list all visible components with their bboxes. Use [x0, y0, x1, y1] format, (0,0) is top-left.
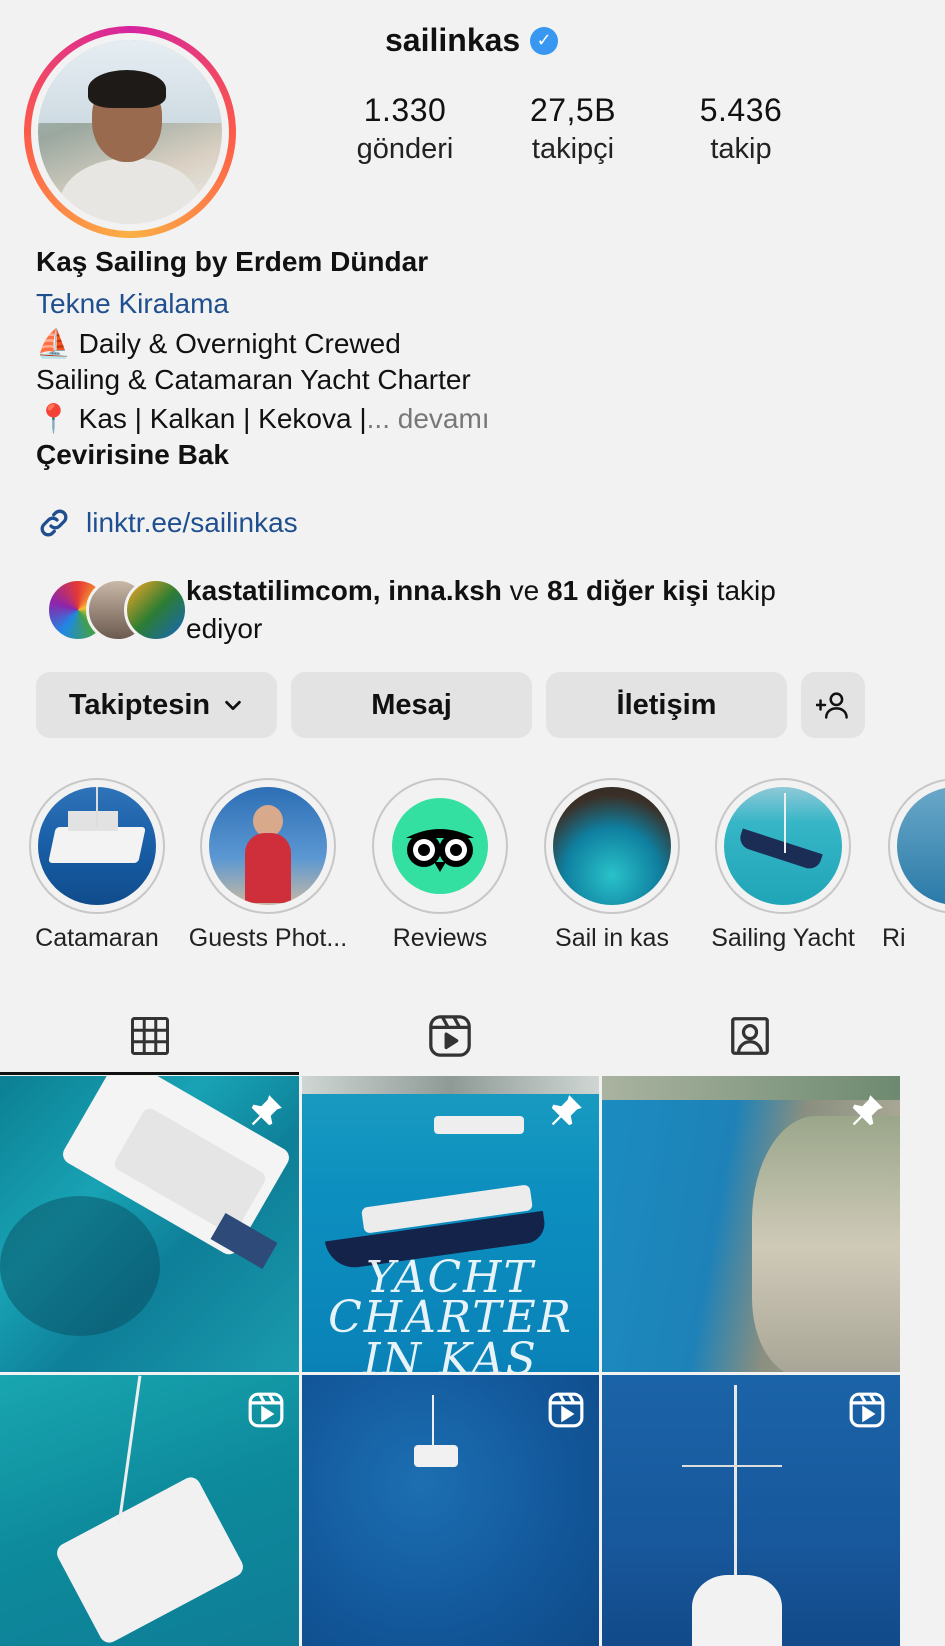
following-button-label: Takiptesin — [68, 688, 211, 721]
reels-icon — [429, 1015, 471, 1057]
tagged-icon — [731, 1017, 769, 1055]
bio-line-2: Sailing & Catamaran Yacht Charter — [36, 364, 471, 395]
followed-by-names: kastatilimcom, inna.ksh — [186, 575, 502, 606]
active-tab-indicator — [0, 1072, 299, 1075]
followers-count: 27,5B — [529, 92, 617, 128]
profile-category[interactable]: Tekne Kiralama — [36, 286, 229, 322]
grid-icon — [131, 1017, 169, 1055]
pin-icon — [551, 1095, 582, 1126]
highlight-guests[interactable]: Guests Phot... — [183, 778, 353, 953]
post-thumbnail-2[interactable]: YACHT CHARTER IN KAS — [302, 1076, 599, 1372]
bio-line-1: ⛵ Daily & Overnight Crewed — [36, 326, 401, 362]
post-thumbnail-4[interactable] — [0, 1375, 299, 1646]
stat-following[interactable]: 5.436 takip — [666, 92, 816, 166]
highlight-sailing-yacht[interactable]: Sailing Yacht — [698, 778, 868, 953]
stat-followers[interactable]: 27,5B takipçi — [498, 92, 648, 166]
post-text-line: IN KAS — [363, 1334, 538, 1372]
post-thumbnail-1[interactable] — [0, 1076, 299, 1372]
verified-badge-icon: ✓ — [530, 26, 559, 55]
followers-label: takipçi — [531, 133, 615, 165]
contact-button[interactable]: İletişim — [546, 672, 787, 738]
followed-by-avatars — [36, 572, 188, 642]
sailboat-emoji-icon: ⛵ — [36, 328, 71, 359]
reel-badge-icon — [548, 1392, 584, 1428]
highlight-thumbnail — [897, 787, 945, 905]
followed-by-others: 81 diğer kişi — [547, 575, 709, 606]
highlight-thumbnail — [392, 798, 488, 894]
highlight-thumbnail — [553, 787, 671, 905]
highlight-label: Ri — [882, 924, 906, 952]
profile-link[interactable]: linktr.ee/sailinkas — [36, 505, 298, 541]
following-count: 5.436 — [699, 92, 783, 128]
tab-reels[interactable] — [300, 1000, 600, 1072]
tab-tagged[interactable] — [600, 1000, 900, 1072]
tab-posts-grid[interactable] — [0, 1000, 300, 1072]
highlight-thumbnail — [724, 787, 842, 905]
followed-by-and: ve — [509, 575, 540, 606]
followed-by[interactable]: kastatilimcom, inna.ksh ve 81 diğer kişi… — [36, 572, 826, 648]
highlight-label: Reviews — [392, 924, 488, 952]
mini-avatar — [124, 578, 188, 642]
contact-button-label: İletişim — [616, 688, 717, 721]
post-thumbnail-5[interactable] — [302, 1375, 599, 1646]
add-person-icon — [816, 692, 848, 719]
profile-link-text: linktr.ee/sailinkas — [86, 507, 298, 538]
chevron-down-icon — [225, 700, 241, 711]
suggest-people-button[interactable] — [801, 672, 865, 738]
posts-label: gönderi — [356, 133, 454, 165]
highlight-label: Guests Phot... — [188, 924, 348, 952]
highlight-thumbnail — [38, 787, 156, 905]
message-button-label: Mesaj — [371, 688, 452, 721]
reel-badge-icon — [248, 1392, 284, 1428]
post-thumbnail-3[interactable] — [602, 1076, 900, 1372]
display-name: Kaş Sailing by Erdem Dündar — [36, 246, 429, 277]
highlight-sail-in-kas[interactable]: Sail in kas — [527, 778, 697, 953]
link-icon — [40, 509, 68, 537]
highlight-label: Sail in kas — [555, 924, 669, 952]
following-label: takip — [710, 133, 772, 165]
followed-by-text: kastatilimcom, inna.ksh ve 81 diğer kişi… — [186, 572, 826, 648]
post-thumbnail-6[interactable] — [602, 1375, 900, 1646]
pin-icon — [251, 1095, 282, 1126]
highlight-label: Catamaran — [35, 924, 159, 952]
following-button[interactable]: Takiptesin — [36, 672, 277, 738]
highlight-thumbnail — [209, 787, 327, 905]
pin-emoji-icon: 📍 — [36, 403, 71, 434]
bio-line-3: 📍 Kas | Kalkan | Kekova |... devamı — [36, 401, 490, 437]
translate-link[interactable]: Çevirisine Bak — [36, 437, 229, 473]
reel-badge-icon — [849, 1392, 885, 1428]
bio-more-link[interactable]: ... devamı — [367, 403, 490, 434]
pin-icon — [852, 1095, 883, 1126]
username-header: sailinkas ✓ — [385, 22, 559, 59]
highlight-label: Sailing Yacht — [711, 924, 855, 952]
username: sailinkas — [385, 22, 521, 58]
profile-avatar[interactable] — [24, 26, 236, 238]
stat-posts[interactable]: 1.330 gönderi — [330, 92, 480, 166]
message-button[interactable]: Mesaj — [291, 672, 532, 738]
highlight-partial[interactable]: Ri — [870, 778, 945, 953]
bio-line-1-text: Daily & Overnight Crewed — [78, 328, 401, 359]
highlight-reviews[interactable]: Reviews — [355, 778, 525, 953]
bio-line-3-text: Kas | Kalkan | Kekova | — [78, 403, 367, 434]
tripadvisor-owl-icon — [406, 829, 474, 872]
posts-count: 1.330 — [363, 92, 447, 128]
highlight-catamaran[interactable]: Catamaran — [12, 778, 182, 953]
